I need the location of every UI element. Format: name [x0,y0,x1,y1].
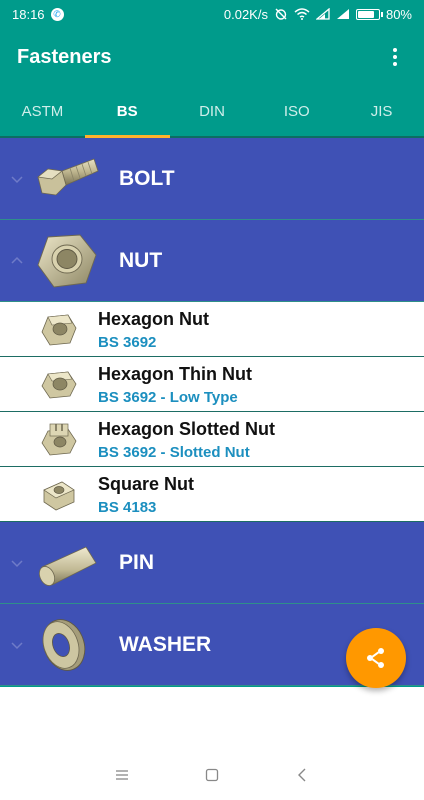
item-standard: BS 3692 - Slotted Nut [98,444,250,461]
app-title: Fasteners [17,45,112,68]
item-title: Hexagon Thin Nut [98,364,252,384]
chevron-down-icon [11,560,23,568]
battery-fill [357,10,374,18]
group-pin[interactable]: PIN [0,522,424,604]
status-right: 0.02K/s 80% [224,7,412,22]
hex-nut-icon [37,234,97,288]
tab-bs[interactable]: BS [84,86,170,138]
share-button[interactable] [346,628,406,688]
bolt-icon [37,158,99,196]
tab-iso[interactable]: ISO [254,86,339,136]
group-label-washer: WASHER [119,633,212,656]
tab-astm[interactable]: ASTM [0,86,85,136]
group-label-nut: NUT [119,249,163,272]
square-nut-icon [43,481,75,511]
list-item-hexagon-thin-nut[interactable]: Hexagon Thin Nut BS 3692 - Low Type [0,357,424,412]
status-bar: 18:16 ✆ 0.02K/s 80% [0,0,424,28]
item-standard: BS 3692 - Low Type [98,389,238,406]
group-nut[interactable]: NUT [0,220,424,302]
item-standard: BS 3692 [98,334,157,351]
alarm-off-icon [274,7,288,21]
system-nav-bar [0,750,424,800]
group-bolt[interactable]: BOLT [0,138,424,220]
chevron-down-icon [11,176,23,184]
item-standard: BS 4183 [98,499,157,516]
item-title: Hexagon Slotted Nut [98,419,276,439]
item-title: Hexagon Nut [98,309,210,329]
hex-thin-nut-icon [41,371,77,399]
pin-icon [38,546,97,586]
back-icon[interactable] [292,765,312,785]
washer-icon [42,619,86,671]
status-time: 18:16 [12,6,45,22]
app-bar: Fasteners [0,28,424,86]
list-item-hexagon-slotted-nut[interactable]: Hexagon Slotted Nut BS 3692 - Slotted Nu… [0,412,424,467]
network-speed: 0.02K/s [223,6,268,22]
fastener-list: BOLT NUT Hexagon Nut BS 3692 Hexagon Thi… [0,138,424,687]
signal-icon-2 [336,8,350,20]
wifi-icon [294,8,310,20]
item-title: Square Nut [98,474,195,494]
share-icon [367,648,384,668]
battery-icon [355,8,383,20]
chevron-up-icon [11,256,23,264]
hex-nut-icon [41,314,77,346]
chevron-down-icon [11,642,23,650]
more-vert-icon[interactable] [383,42,407,72]
tab-din[interactable]: DIN [170,86,255,136]
status-left: 18:16 ✆ [12,7,64,22]
group-label-pin: PIN [119,551,155,574]
signal-icon-1 [315,8,330,20]
battery-percent: 80% [385,6,412,22]
list-item-square-nut[interactable]: Square Nut BS 4183 [0,467,424,522]
home-icon[interactable] [202,765,222,785]
group-label-bolt: BOLT [119,167,175,190]
menu-icon[interactable] [112,765,132,785]
slotted-nut-icon [41,423,77,456]
tab-bar: ASTM BS DIN ISO JIS [0,86,424,138]
tab-jis[interactable]: JIS [339,86,424,136]
notification-icon: ✆ [50,7,64,21]
list-item-hexagon-nut[interactable]: Hexagon Nut BS 3692 [0,302,424,357]
